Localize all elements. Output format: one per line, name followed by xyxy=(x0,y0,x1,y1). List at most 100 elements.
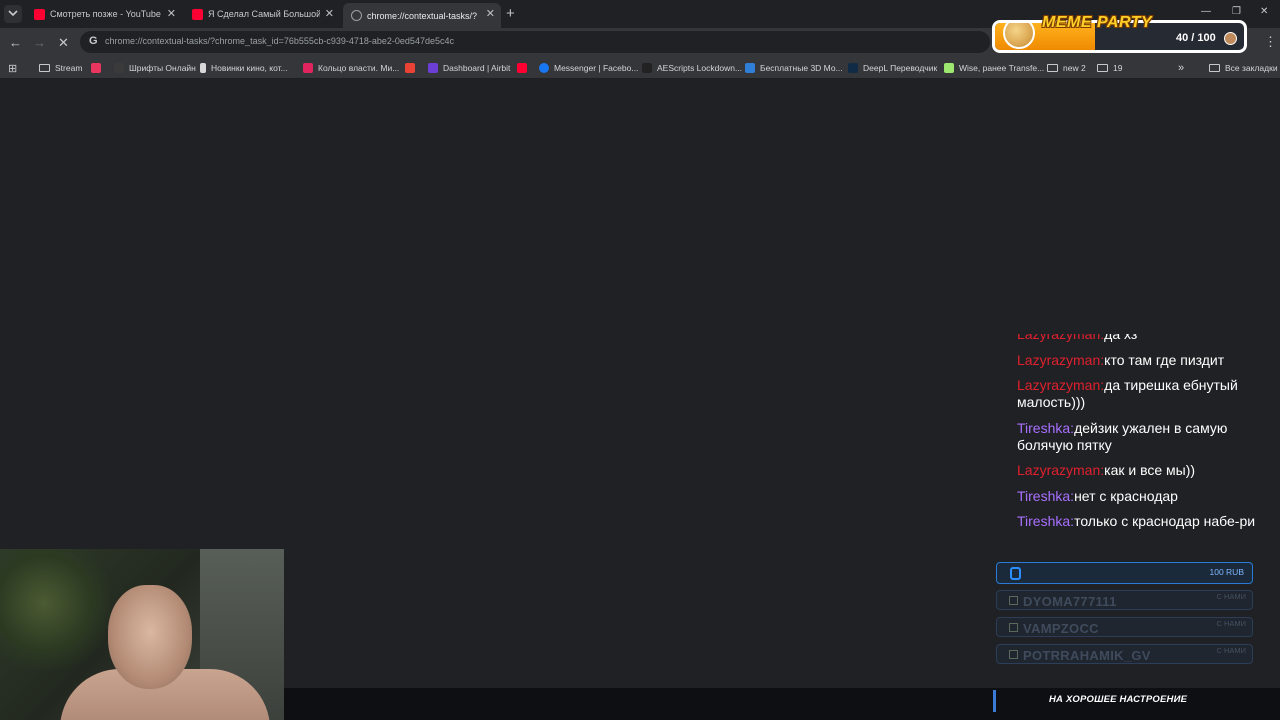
subscriber-name: DYOMA777111 xyxy=(1023,594,1117,609)
sub-icon xyxy=(1009,650,1018,659)
chat-username: Lazyrazyman: xyxy=(1017,334,1105,342)
meme-party-count: 40 / 100 xyxy=(1176,32,1216,44)
streamer-face xyxy=(108,585,192,689)
forward-arrow-icon[interactable]: → xyxy=(33,35,46,50)
tab-search-button[interactable] xyxy=(4,5,22,23)
deepl-icon xyxy=(848,63,858,73)
chat-message: Lazyrazyman:да хз xyxy=(1017,334,1267,343)
youtube-icon xyxy=(517,63,527,73)
chat-message: Tireshka:только с краснодар набе-ри xyxy=(1017,513,1267,530)
folder-icon xyxy=(39,64,50,72)
bookmark-label: Stream xyxy=(55,63,83,73)
subscriber-row: POTRRAHAMIK_GV С НАМИ xyxy=(996,644,1253,664)
close-window-icon[interactable]: ✕ xyxy=(1260,6,1268,17)
address-bar[interactable]: G chrome://contextual-tasks/?chrome_task… xyxy=(80,31,990,53)
stop-loading-icon[interactable]: ✕ xyxy=(58,35,69,51)
bookmark-label: 19 xyxy=(1113,63,1123,73)
subscriber-name: POTRRAHAMIK_GV xyxy=(1023,648,1151,663)
bookmark-movies[interactable]: Новинки кино, кот... xyxy=(200,61,288,75)
film-icon xyxy=(200,63,206,73)
wise-icon xyxy=(944,63,954,73)
bookmark-label: Новинки кино, кот... xyxy=(211,63,288,73)
restore-icon[interactable]: ❐ xyxy=(1232,6,1241,17)
chat-message: Lazyrazyman:да тирешка ебнутый малость))… xyxy=(1017,377,1267,411)
bookmark-deepl[interactable]: DeepL Переводчик xyxy=(848,61,937,75)
webcam-feed xyxy=(0,549,284,720)
bookmark-label: Wise, ранее Transfe... xyxy=(959,63,1045,73)
bookmark-youtube[interactable] xyxy=(517,61,532,75)
apps-grid-icon[interactable]: ⊞ xyxy=(8,61,17,75)
bookmark-stream[interactable]: Stream xyxy=(39,61,82,75)
subscriber-tag: С НАМИ xyxy=(1216,646,1246,655)
donation-goal-bar: 100 RUB xyxy=(996,562,1253,584)
chat-text: да хз xyxy=(1104,334,1138,342)
aescripts-icon xyxy=(642,63,652,73)
back-arrow-icon[interactable]: ← xyxy=(9,35,22,50)
bookmark-aescripts[interactable]: AEScripts Lockdown... xyxy=(642,61,742,75)
chat-username: Tireshka: xyxy=(1017,419,1075,436)
folder-icon xyxy=(1209,64,1220,72)
meme-party-title: MEME PARTY xyxy=(1042,14,1153,31)
bookmark-label: Все закладки xyxy=(1225,63,1278,73)
bookmark-tool[interactable] xyxy=(91,61,106,75)
menu-kebab-icon[interactable]: ⋮ xyxy=(1264,34,1277,50)
subscriber-row: VAMPZOCC С НАМИ xyxy=(996,617,1253,637)
bookmark-messenger[interactable]: Messenger | Facebo... xyxy=(539,61,638,75)
tab-video[interactable]: Я Сделал Самый Большой Ле... ✕ xyxy=(184,3,340,25)
chevron-down-icon xyxy=(8,10,18,17)
minimize-icon[interactable]: — xyxy=(1201,6,1211,17)
bookmark-19[interactable]: 19 xyxy=(1097,61,1122,75)
bookmark-3d-models[interactable]: Бесплатные 3D Мо... xyxy=(745,61,843,75)
plant-background xyxy=(0,549,110,669)
bookmark-wise[interactable]: Wise, ранее Transfe... xyxy=(944,61,1044,75)
3d-icon xyxy=(745,63,755,73)
bookmark-gmail[interactable] xyxy=(405,61,420,75)
bottom-banner: НА ХОРОШЕЕ НАСТРОЕНИЕ xyxy=(284,688,1280,720)
chat-text: кто там где пиздит xyxy=(1104,351,1225,368)
bookmark-label: Шрифты Онлайн xyxy=(129,63,196,73)
bookmarks-overflow-button[interactable]: » xyxy=(1178,61,1184,75)
gmail-icon xyxy=(405,63,415,73)
r-icon xyxy=(303,63,313,73)
banner-text: НА ХОРОШЕЕ НАСТРОЕНИЕ xyxy=(1049,694,1188,705)
close-icon[interactable]: ✕ xyxy=(167,7,176,20)
sub-icon xyxy=(1009,623,1018,632)
bookmark-label: Dashboard | Airbit xyxy=(443,63,511,73)
donationalerts-icon xyxy=(1010,567,1021,580)
chat-text: как и все мы)) xyxy=(1104,462,1196,478)
chat-text: нет с краснодар xyxy=(1074,487,1178,504)
tab-contextual-tasks[interactable]: chrome://contextual-tasks/?ch ✕ xyxy=(343,3,501,28)
url-text[interactable]: chrome://contextual-tasks/?chrome_task_i… xyxy=(105,36,454,46)
chat-username: Lazyrazyman: xyxy=(1017,462,1105,478)
new-tab-button[interactable]: + xyxy=(506,5,515,22)
coin-icon xyxy=(1224,32,1237,45)
folder-icon xyxy=(1097,64,1108,72)
bookmark-fonts[interactable]: Шрифты Онлайн xyxy=(114,61,196,75)
bookmark-label: Бесплатные 3D Мо... xyxy=(760,63,843,73)
banner-accent xyxy=(993,690,996,712)
tab-title: chrome://contextual-tasks/?ch xyxy=(367,10,477,21)
bookmark-airbit[interactable]: Dashboard | Airbit xyxy=(428,61,510,75)
chat-message: Tireshka:дейзик ужален в самую болячую п… xyxy=(1017,420,1267,454)
tab-watch-later[interactable]: Смотреть позже - YouTube ✕ xyxy=(26,3,182,25)
bookmark-label: Messenger | Facebo... xyxy=(554,63,639,73)
chat-username: Lazyrazyman: xyxy=(1017,377,1105,393)
youtube-icon xyxy=(34,8,45,20)
donation-amount: 100 RUB xyxy=(1209,567,1245,577)
chat-username: Lazyrazyman: xyxy=(1017,351,1105,368)
subscriber-tag: С НАМИ xyxy=(1216,619,1246,628)
subscriber-name: VAMPZOCC xyxy=(1023,621,1099,636)
chat-message: Lazyrazyman:как и все мы)) xyxy=(1017,462,1267,479)
bookmark-label: DeepL Переводчик xyxy=(863,63,938,73)
close-icon[interactable]: ✕ xyxy=(325,7,334,20)
chat-message: Tireshka:нет с краснодар xyxy=(1017,488,1267,505)
bookmark-rings-of-power[interactable]: Кольцо власти. Ми... xyxy=(303,61,399,75)
airbit-icon xyxy=(428,63,438,73)
close-icon[interactable]: ✕ xyxy=(486,7,495,20)
youtube-icon xyxy=(192,8,203,20)
subscriber-tag: С НАМИ xyxy=(1216,592,1246,601)
bookmark-new-2[interactable]: new 2 xyxy=(1047,61,1086,75)
tab-title: Я Сделал Самый Большой Ле... xyxy=(208,9,320,19)
chat-username: Tireshka: xyxy=(1017,513,1075,529)
all-bookmarks-button[interactable]: Все закладки xyxy=(1209,61,1278,75)
